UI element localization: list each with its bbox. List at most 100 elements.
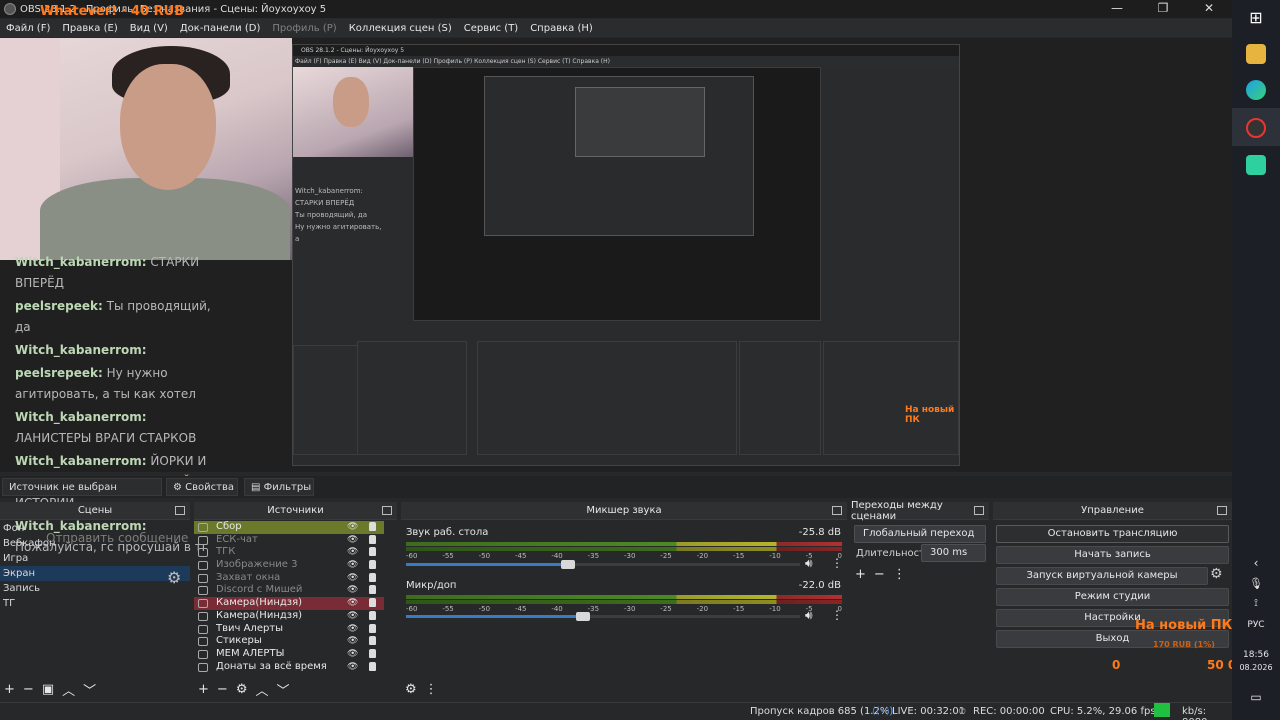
volume-slider[interactable] [406, 560, 800, 569]
menu-file[interactable]: Файл (F) [0, 23, 56, 34]
remove-source-button[interactable]: − [217, 682, 228, 697]
source-item[interactable]: Донаты за всё время 👁︎ [194, 661, 384, 674]
move-up-button[interactable]: ︿ [255, 680, 268, 699]
menu-scene-collection[interactable]: Коллекция сцен (S) [343, 23, 458, 34]
undock-icon[interactable] [1217, 506, 1227, 515]
maximize-button[interactable]: ❐ [1140, 0, 1186, 18]
tab-properties[interactable]: ⚙ Свойства [166, 478, 238, 496]
scene-item[interactable]: Запись [0, 581, 190, 596]
remove-transition-button[interactable]: − [874, 567, 885, 582]
menu-edit[interactable]: Правка (E) [56, 23, 123, 34]
speaker-icon[interactable]: 🔊︎ [805, 556, 813, 571]
lock-icon[interactable] [369, 560, 376, 570]
menu-view[interactable]: Вид (V) [124, 23, 174, 34]
scene-item[interactable]: Фон [0, 521, 190, 536]
lock-icon[interactable] [369, 610, 376, 620]
virtual-camera-gear-icon[interactable]: ⚙ [1210, 566, 1223, 582]
menu-tools[interactable]: Сервис (T) [458, 23, 524, 34]
source-item[interactable]: Изображение 3 👁︎ [194, 559, 384, 572]
network-icon[interactable]: ⟟ [1232, 598, 1280, 609]
transition-select[interactable]: Глобальный переход [854, 525, 986, 543]
lock-icon[interactable] [369, 598, 376, 608]
source-item[interactable]: Твич Алерты 👁︎ [194, 623, 384, 636]
scene-item[interactable]: Игра [0, 551, 190, 566]
add-source-button[interactable]: + [198, 682, 209, 697]
kebab-menu-icon[interactable]: ⋮ [831, 608, 843, 622]
visibility-eye-icon[interactable]: 👁︎ [347, 610, 358, 623]
source-item[interactable]: Камера(Ниндзя) 👁︎ [194, 597, 384, 610]
visibility-eye-icon[interactable]: 👁︎ [347, 597, 358, 610]
source-item[interactable]: Захват окна 👁︎ [194, 572, 384, 585]
lock-icon[interactable] [369, 522, 376, 531]
lock-icon[interactable] [369, 572, 376, 582]
close-button[interactable]: ✕ [1186, 0, 1232, 18]
remove-scene-button[interactable]: − [23, 682, 34, 697]
lock-icon[interactable] [369, 547, 376, 557]
scene-item[interactable]: Вебкафон [0, 536, 190, 551]
kebab-menu-icon[interactable]: ⋮ [831, 556, 843, 570]
language-indicator[interactable]: РУС [1232, 620, 1280, 630]
stop-streaming-button[interactable]: Остановить трансляцию [996, 525, 1229, 543]
lock-icon[interactable] [369, 636, 376, 646]
lock-icon[interactable] [369, 585, 376, 595]
minimize-button[interactable]: — [1094, 0, 1140, 18]
source-item[interactable]: ЕСК-чат 👁︎ [194, 534, 384, 547]
lock-icon[interactable] [369, 534, 376, 544]
source-settings-gear-icon[interactable]: ⚙ [236, 682, 248, 697]
tray-expand-icon[interactable]: ‹ [1232, 556, 1280, 570]
visibility-eye-icon[interactable]: 👁︎ [347, 546, 358, 559]
undock-icon[interactable] [832, 506, 842, 515]
lock-icon[interactable] [369, 648, 376, 658]
speaker-icon[interactable]: 🔊︎ [805, 608, 813, 623]
scene-settings-gear-icon[interactable]: ⚙ [167, 568, 181, 587]
visibility-eye-icon[interactable]: 👁︎ [347, 648, 358, 661]
source-item[interactable]: МЕМ АЛЕРТЫ 👁︎ [194, 648, 384, 661]
undock-icon[interactable] [175, 506, 185, 515]
app-taskbar-icon[interactable] [1246, 155, 1266, 175]
source-item[interactable]: Стикеры 👁︎ [194, 635, 384, 648]
move-down-button[interactable]: ﹀ [276, 680, 289, 699]
lock-icon[interactable] [369, 661, 376, 671]
edge-browser-icon[interactable] [1246, 80, 1266, 100]
menu-docks[interactable]: Док-панели (D) [174, 23, 267, 34]
visibility-eye-icon[interactable]: 👁︎ [347, 584, 358, 597]
undock-icon[interactable] [382, 506, 392, 515]
notifications-icon[interactable]: ▭ [1232, 690, 1280, 704]
visibility-eye-icon[interactable]: 👁︎ [347, 534, 358, 547]
source-item[interactable]: ТГК 👁︎ [194, 546, 384, 559]
scene-item[interactable]: ТГ [0, 596, 190, 611]
visibility-eye-icon[interactable]: 👁︎ [347, 521, 358, 534]
studio-mode-button[interactable]: Режим студии [996, 588, 1229, 606]
visibility-eye-icon[interactable]: 👁︎ [347, 635, 358, 648]
clock-time[interactable]: 18:56 [1232, 650, 1280, 660]
menu-profile[interactable]: Профиль (P) [266, 23, 342, 34]
advanced-audio-gear-icon[interactable]: ⚙ [405, 682, 417, 697]
visibility-eye-icon[interactable]: 👁︎ [347, 572, 358, 585]
kebab-menu-icon[interactable]: ⋮ [425, 682, 438, 697]
visibility-eye-icon[interactable]: 👁︎ [347, 559, 358, 572]
file-explorer-icon[interactable] [1246, 44, 1266, 64]
obs-taskbar-icon[interactable] [1246, 118, 1266, 138]
add-scene-button[interactable]: + [4, 682, 15, 697]
duration-input[interactable]: 300 ms [921, 544, 986, 562]
volume-slider[interactable] [406, 612, 800, 621]
clock-date[interactable]: 08.2026 [1232, 663, 1280, 672]
tab-filters[interactable]: ▤ Фильтры [244, 478, 314, 496]
source-item[interactable]: Камера(Ниндзя) 👁︎ [194, 610, 384, 623]
visibility-eye-icon[interactable]: 👁︎ [347, 623, 358, 636]
scene-filters-icon[interactable]: ▣ [42, 682, 54, 697]
lock-icon[interactable] [369, 623, 376, 633]
menu-help[interactable]: Справка (H) [524, 23, 599, 34]
move-down-button[interactable]: ﹀ [83, 680, 96, 699]
visibility-eye-icon[interactable]: 👁︎ [347, 661, 358, 674]
undock-icon[interactable] [974, 506, 984, 515]
windows-start-icon[interactable]: ⊞ [1246, 8, 1266, 28]
move-up-button[interactable]: ︿ [62, 680, 75, 699]
add-transition-button[interactable]: + [855, 567, 866, 582]
start-recording-button[interactable]: Начать запись [996, 546, 1229, 564]
tab-source-not-selected[interactable]: Источник не выбран [2, 478, 162, 496]
kebab-menu-icon[interactable]: ⋮ [893, 567, 906, 582]
start-virtual-camera-button[interactable]: Запуск виртуальной камеры [996, 567, 1208, 585]
source-item[interactable]: Сбор 👁︎ [194, 521, 384, 534]
scene-item-selected[interactable]: Экран [0, 566, 190, 581]
